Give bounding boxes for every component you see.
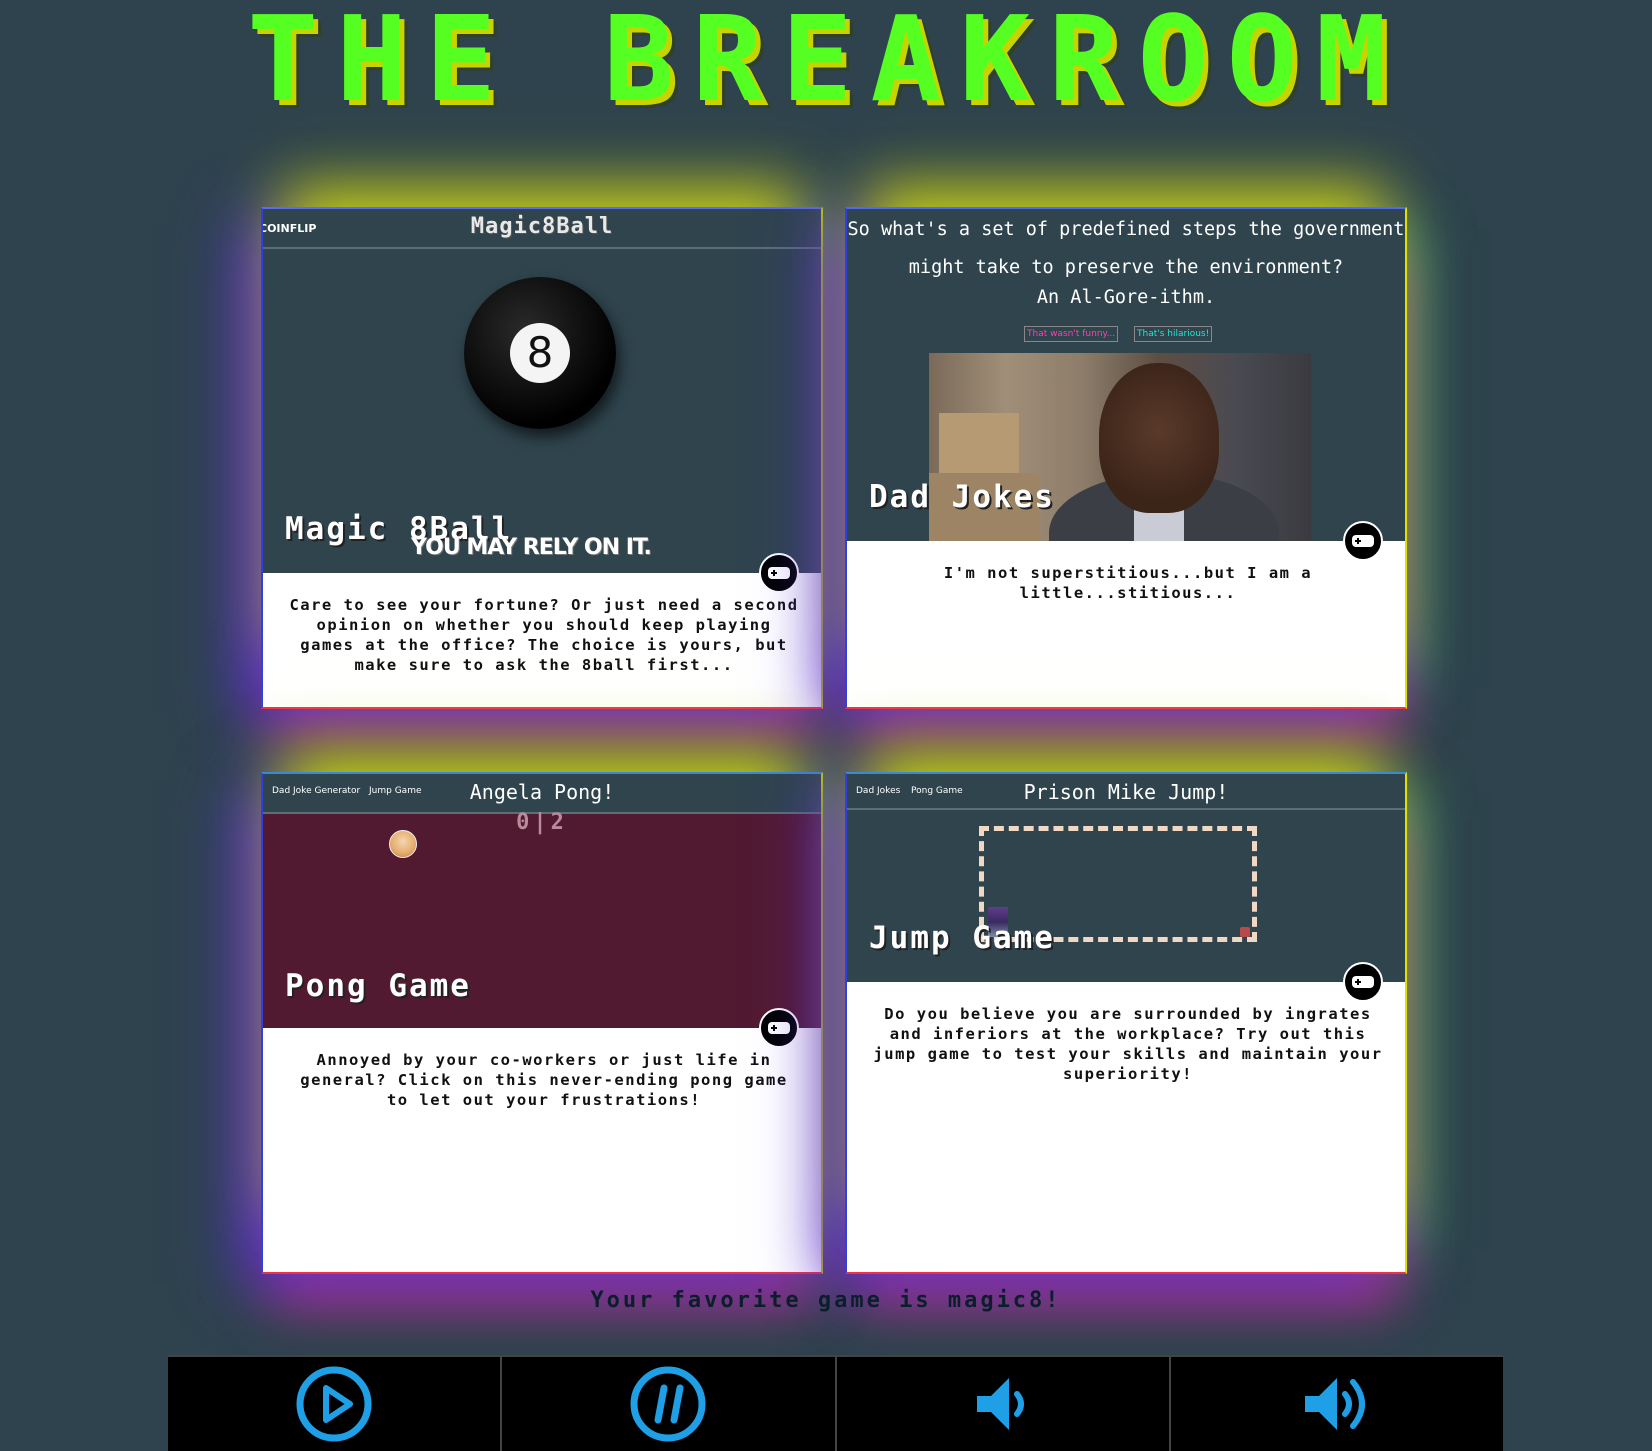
eight-ball-number: 8 [510, 323, 570, 383]
joke-punchline: An Al-Gore-ithm. [1036, 287, 1216, 308]
jump-description: Do you believe you are surrounded by ing… [873, 1005, 1383, 1083]
audio-player-bar [168, 1355, 1503, 1451]
magic8-nav-title: Magic8Ball [470, 214, 614, 239]
magic8-description: Care to see your fortune? Or just need a… [289, 596, 799, 674]
pong-ball [389, 830, 417, 858]
dadjokes-label: Dad Jokes [869, 479, 1055, 515]
jump-nav-title: Prison Mike Jump! [1023, 780, 1229, 804]
volume-down-icon [976, 1378, 1024, 1430]
play-icon [296, 1366, 372, 1442]
pause-button[interactable] [502, 1357, 837, 1451]
jump-obstacle [1240, 927, 1250, 937]
pause-icon [630, 1366, 706, 1442]
pong-nav-title: Angela Pong! [469, 780, 615, 804]
volume-up-button[interactable] [1171, 1357, 1503, 1451]
jump-nav: Dad Jokes Pong Game Prison Mike Jump! [847, 774, 1405, 810]
volume-up-icon [1304, 1378, 1365, 1430]
magic8-tagline: YOU MAY RELY ON IT. [411, 535, 652, 560]
site-title: THE BREAKROOM [247, 0, 1405, 128]
gamepad-icon[interactable] [759, 553, 799, 593]
not-funny-button[interactable]: That wasn't funny... [1024, 326, 1119, 342]
pong-nav: Dad Joke Generator Jump Game Angela Pong… [263, 774, 821, 814]
pong-card[interactable]: Dad Joke Generator Jump Game Angela Pong… [261, 772, 823, 1274]
gamepad-icon[interactable] [759, 1008, 799, 1048]
jump-preview: Dad Jokes Pong Game Prison Mike Jump! Ju… [847, 774, 1405, 982]
dadjokes-card[interactable]: So what's a set of predefined steps the … [845, 207, 1407, 709]
dadjokes-preview: So what's a set of predefined steps the … [847, 209, 1405, 541]
jump-card[interactable]: Dad Jokes Pong Game Prison Mike Jump! Ju… [845, 772, 1407, 1274]
volume-down-button[interactable] [837, 1357, 1171, 1451]
magic8-card[interactable]: COINFLIP Magic8Ball 8 Magic 8Ball YOU MA… [261, 207, 823, 709]
magic8-nav: COINFLIP Magic8Ball [263, 209, 821, 249]
pong-label: Pong Game [285, 968, 471, 1004]
pong-preview: Dad Joke Generator Jump Game Angela Pong… [263, 774, 821, 1028]
hilarious-button[interactable]: That's hilarious! [1134, 326, 1213, 342]
pong-score: 0|2 [516, 810, 568, 835]
favorite-game-text: Your favorite game is magic8! [590, 1288, 1062, 1313]
pong-description: Annoyed by your co-workers or just life … [300, 1051, 788, 1109]
gamepad-icon[interactable] [1343, 962, 1383, 1002]
magic8-preview: COINFLIP Magic8Ball 8 Magic 8Ball YOU MA… [263, 209, 821, 573]
play-button[interactable] [168, 1357, 503, 1451]
eight-ball[interactable]: 8 [464, 277, 616, 429]
jump-label: Jump Game [869, 920, 1055, 956]
gamepad-icon[interactable] [1343, 521, 1383, 561]
joke-setup: So what's a set of predefined steps the … [847, 219, 1405, 278]
dadjokes-description: I'm not superstitious...but I am a littl… [943, 564, 1313, 602]
